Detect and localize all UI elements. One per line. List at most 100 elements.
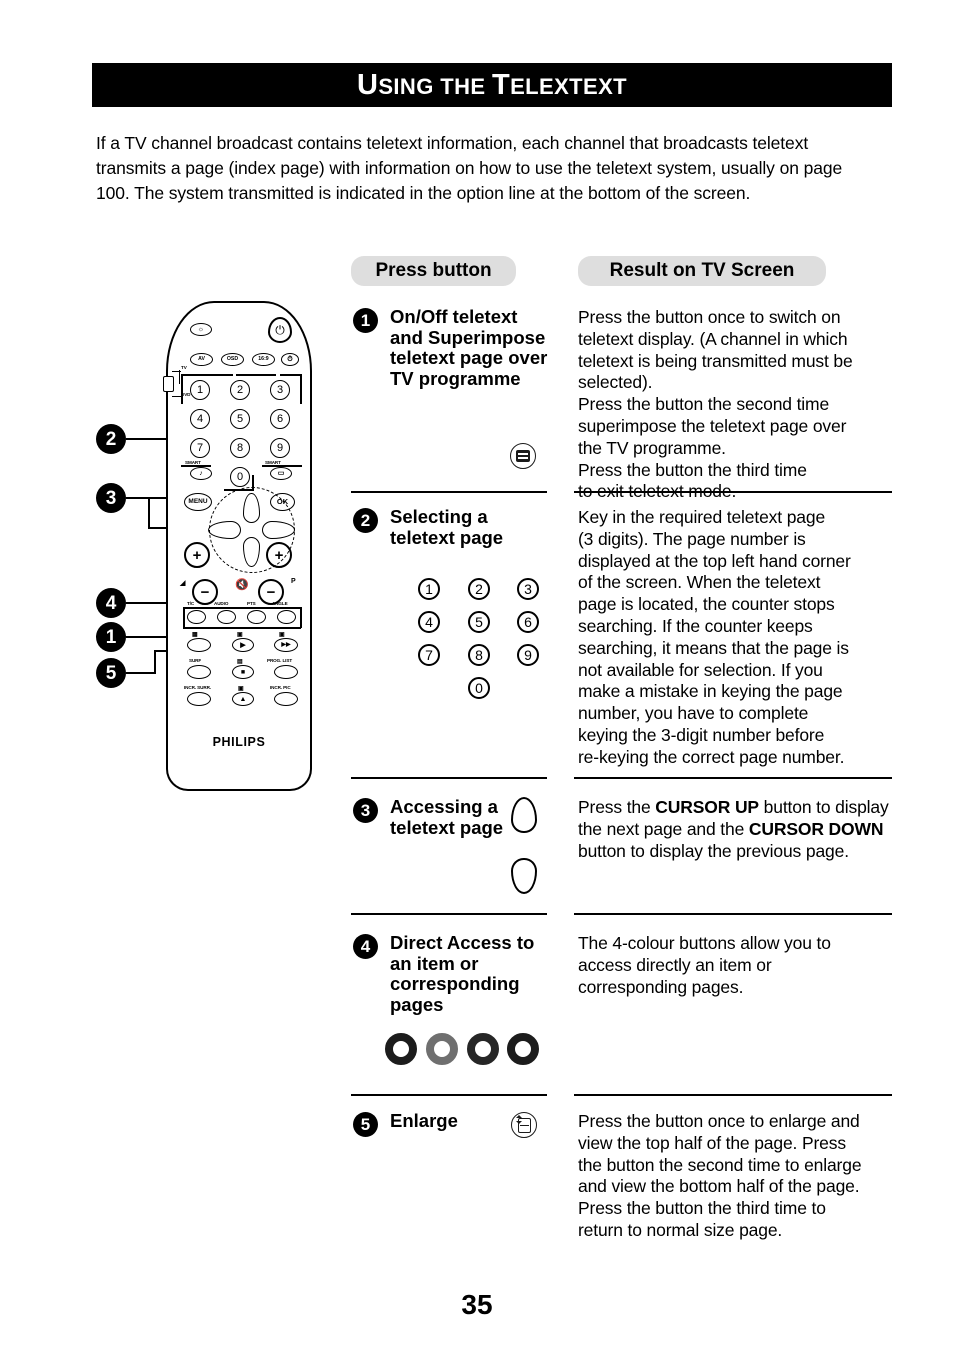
- keypad-bracket-top-right: [280, 374, 302, 376]
- remote-key-9[interactable]: 9: [270, 438, 290, 458]
- enlarge-icon: [511, 1112, 537, 1138]
- remote-key-7[interactable]: 7: [190, 438, 210, 458]
- column-header-result: Result on TV Screen: [578, 256, 826, 286]
- callout-4: 4: [96, 588, 126, 618]
- remote-teletext-icon: ▦: [192, 632, 198, 638]
- remote-incr-pic-button[interactable]: [274, 692, 298, 706]
- keypad-key-7: 7: [418, 644, 440, 666]
- page-title-rest-2: ELEXTEXT: [510, 73, 627, 99]
- callout-1: 1: [96, 622, 126, 652]
- cursor-up-icon: [511, 797, 537, 833]
- volume-mark: ◢: [180, 580, 186, 587]
- remote-key-0[interactable]: 0: [230, 467, 250, 487]
- teletext-icon: [510, 443, 536, 469]
- remote-surf-button[interactable]: [187, 665, 211, 679]
- remote-key-6[interactable]: 6: [270, 409, 290, 429]
- step-title-1: On/Off teletext and Superimpose teletext…: [390, 306, 548, 389]
- keypad-key-1: 1: [418, 578, 440, 600]
- remote-key-8[interactable]: 8: [230, 438, 250, 458]
- power-icon[interactable]: ⏻: [268, 317, 292, 343]
- remote-incr-surr-button[interactable]: [187, 692, 211, 706]
- callout-3: 3: [96, 483, 126, 513]
- cursor-down-icon: [511, 858, 537, 894]
- remote-aspect-button[interactable]: 16:9: [252, 353, 275, 366]
- step-result-5: Press the button once to enlarge and vie…: [578, 1111, 862, 1240]
- remote-label-angle: ANGLE: [272, 601, 288, 606]
- numeric-keypad-icon: 1 2 3 4 5 6 7 8 9 0: [418, 578, 548, 699]
- remote-sound-icon-button[interactable]: ☼: [190, 323, 212, 336]
- remote-forward-button[interactable]: ▶▶: [274, 638, 298, 652]
- remote-subtitle-icon: ▣: [237, 632, 243, 638]
- step-badge-1: 1: [353, 308, 378, 333]
- step-title-4: Direct Access to an item or correspondin…: [390, 932, 535, 1015]
- keypad-key-5: 5: [468, 611, 490, 633]
- step-result-3: Press the CURSOR UP button to display th…: [578, 797, 889, 861]
- switch-leader-dvd: [172, 396, 181, 398]
- remote-colour-button-3[interactable]: [247, 610, 266, 624]
- remote-control-illustration: TV DVD ☼ ⏻ AV OSD 16:9 ⏱ 1 2 3 4 5 6 7 8…: [152, 297, 327, 797]
- remote-key-3[interactable]: 3: [270, 380, 290, 400]
- intro-paragraph: If a TV channel broadcast contains telet…: [96, 133, 843, 203]
- remote-colour-button-2[interactable]: [217, 610, 236, 624]
- remote-prog-list-button[interactable]: [274, 665, 298, 679]
- step-result-1: Press the button once to switch on telet…: [578, 307, 853, 502]
- remote-menu-button[interactable]: MENU: [184, 493, 212, 511]
- mute-icon[interactable]: 🔇: [234, 577, 250, 591]
- remote-label-tc: T/C: [187, 601, 195, 606]
- callout-2: 2: [96, 424, 126, 454]
- remote-label-surf: SURF: [189, 658, 202, 663]
- cursor-down-term: CURSOR DOWN: [748, 818, 884, 839]
- keypad-key-4: 4: [418, 611, 440, 633]
- callout-5: 5: [96, 658, 126, 688]
- page-number: 35: [461, 1289, 493, 1320]
- remote-teletext-button[interactable]: [187, 638, 211, 652]
- keypad-key-6: 6: [517, 611, 539, 633]
- remote-osd-button[interactable]: OSD: [221, 353, 244, 366]
- remote-stop-button[interactable]: ■: [232, 665, 254, 679]
- remote-colour-button-1[interactable]: [187, 610, 206, 624]
- step-result-2: Key in the required teletext page (3 dig…: [578, 507, 851, 767]
- remote-zoom-icon: ▣: [279, 632, 285, 638]
- remote-key-1[interactable]: 1: [190, 380, 210, 400]
- smart-sound-button[interactable]: ♪: [190, 467, 212, 480]
- page-title-cap-2: T: [491, 68, 511, 101]
- program-mark: P: [291, 578, 296, 585]
- page-title-cap-1: U: [357, 68, 379, 101]
- step-badge-3: 3: [353, 798, 378, 823]
- remote-key-5[interactable]: 5: [230, 409, 250, 429]
- tv-dvd-switch[interactable]: [163, 376, 174, 392]
- volume-up-button[interactable]: +: [184, 542, 210, 568]
- philips-logo: PHILIPS: [212, 735, 266, 749]
- colour-button-4: [507, 1033, 539, 1065]
- remote-av-button[interactable]: AV: [190, 353, 213, 366]
- callout-3-leader-b: [148, 497, 150, 529]
- keypad-bracket-right-v: [300, 374, 302, 404]
- row-divider-right-1: [574, 491, 892, 493]
- colour-row-bracket-right: [300, 607, 302, 628]
- step-badge-4: 4: [353, 934, 378, 959]
- column-header-press-button: Press button: [351, 256, 516, 286]
- keypad-bracket-top-mid: [236, 374, 276, 376]
- program-up-button[interactable]: +: [266, 542, 292, 568]
- colour-button-1: [385, 1033, 417, 1065]
- colour-row-bracket-top: [183, 607, 301, 609]
- remote-eject-icon: ▣: [238, 686, 244, 692]
- smart-picture-button[interactable]: ▭: [270, 467, 292, 480]
- colour-row-bracket-left: [183, 607, 185, 628]
- smart-bracket-left: [181, 465, 211, 467]
- remote-key-4[interactable]: 4: [190, 409, 210, 429]
- remote-colour-button-4[interactable]: [277, 610, 296, 624]
- colour-button-2: [426, 1033, 458, 1065]
- colour-row-bracket-bottom: [183, 627, 301, 629]
- step-title-2: Selecting a teletext page: [390, 506, 504, 548]
- remote-label-prog-list: PROG. LIST: [267, 658, 293, 663]
- remote-eject-button[interactable]: ▲: [232, 692, 254, 706]
- step-title-3: Accessing a teletext page: [390, 796, 504, 838]
- step-badge-5: 5: [353, 1112, 378, 1137]
- remote-timer-icon-button[interactable]: ⏱: [281, 353, 299, 366]
- switch-label-tv: TV: [181, 365, 187, 370]
- keypad-key-3: 3: [517, 578, 539, 600]
- remote-label-incr-surr: INCR. SURR.: [184, 685, 211, 690]
- remote-key-2[interactable]: 2: [230, 380, 250, 400]
- remote-play-button[interactable]: ▶: [232, 638, 254, 652]
